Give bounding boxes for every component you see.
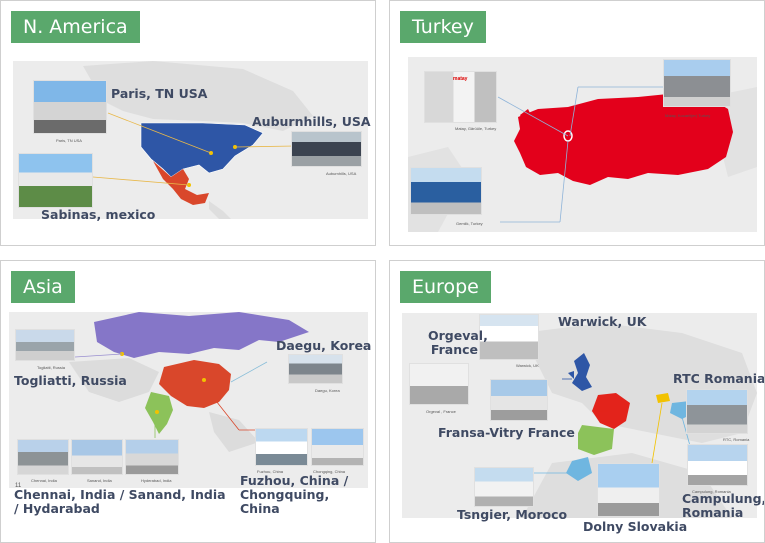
daegu-photo-caption: Daegu, Korea bbox=[315, 388, 340, 393]
togliatti-facility-photo bbox=[15, 329, 75, 361]
section-title-europe: Europe bbox=[400, 271, 491, 303]
paris-location-label: Paris, TN USA bbox=[111, 86, 208, 101]
sanand-facility-photo bbox=[71, 439, 123, 475]
auburn-photo-caption: Auburnhills, USA bbox=[326, 171, 357, 176]
togliatti-location-label: Togliatti, Russia bbox=[14, 373, 127, 388]
sanand-photo-caption: Sanand, India bbox=[87, 478, 112, 483]
tangier-facility-photo bbox=[474, 467, 534, 507]
campulung-location-label: Campulung, Romania bbox=[682, 491, 765, 520]
rtc-photo-caption: RTC, Romania bbox=[723, 437, 750, 442]
panel-europe: Europe Warwick, UK Orgeval , France RTC,… bbox=[389, 260, 765, 543]
dolny-location-label: Dolny Slovakia bbox=[583, 519, 688, 534]
section-title-turkey: Turkey bbox=[400, 11, 486, 43]
chennai-photo-caption: Chennai, India bbox=[31, 478, 57, 483]
togliatti-photo-caption: Togliatti, Russia bbox=[37, 365, 66, 370]
chongqing-facility-photo bbox=[311, 428, 364, 466]
campulung-facility-photo bbox=[687, 444, 748, 486]
sabinas-location-label: Sabinas, mexico bbox=[41, 207, 156, 222]
section-title-north-america: N. America bbox=[11, 11, 140, 43]
daegu-facility-photo bbox=[288, 354, 343, 384]
india-location-label: Chennai, India / Sanand, India / Hydarab… bbox=[14, 487, 226, 516]
warwick-photo-caption: Warwick, UK bbox=[516, 363, 539, 368]
sabinas-facility-photo bbox=[18, 153, 93, 208]
panel-asia: Asia Togliatti, Russia Daegu, Korea Chen… bbox=[0, 260, 376, 543]
tangier-location-label: Tsngier, Moroco bbox=[457, 507, 568, 522]
hyderabad-photo-caption: Hyderabad, India bbox=[141, 478, 172, 483]
paris-photo-caption: Paris, TN USA bbox=[56, 138, 82, 143]
orgeval-facility-photo bbox=[409, 363, 469, 405]
auburn-location-label: Auburnhills, USA bbox=[252, 114, 371, 129]
fransa-location-label: Fransa-Vitry France bbox=[438, 425, 575, 440]
turkey-facility-photo-2 bbox=[663, 59, 731, 107]
turkey-facility-photo-1: matay bbox=[424, 71, 497, 123]
turkey-facility-photo-3 bbox=[410, 167, 482, 215]
auburn-facility-photo bbox=[291, 131, 362, 167]
chennai-facility-photo bbox=[17, 439, 69, 475]
section-title-asia: Asia bbox=[11, 271, 75, 303]
matay-sign-text: matay bbox=[453, 76, 468, 82]
warwick-facility-photo bbox=[479, 314, 539, 360]
paris-facility-photo bbox=[33, 80, 107, 134]
warwick-location-label: Warwick, UK bbox=[558, 314, 647, 329]
turkey-photo-caption-1: Matay, Gärüüle, Turkey bbox=[455, 126, 497, 131]
fuzhou-facility-photo bbox=[255, 428, 308, 466]
turkey-photo-caption-3: Gemlik, Turkey bbox=[456, 221, 483, 226]
panel-turkey: Turkey matay Matay, Gärüüle, Turkey Mata… bbox=[389, 0, 765, 246]
daegu-location-label: Daegu, Korea bbox=[276, 338, 372, 353]
page-number: 11 bbox=[15, 483, 22, 489]
vitry-facility-photo bbox=[490, 379, 548, 421]
rtc-facility-photo bbox=[686, 389, 748, 434]
china-location-label: Fuzhou, China / Chongquing, China bbox=[240, 473, 349, 516]
dolny-facility-photo bbox=[597, 463, 660, 517]
hyderabad-facility-photo bbox=[125, 439, 179, 475]
rtc-location-label: RTC Romania bbox=[673, 371, 765, 386]
panel-north-america: N. America Paris, TN USA Auburnhills, US… bbox=[0, 0, 376, 246]
orgeval-location-label: Orgeval, France bbox=[428, 328, 488, 357]
turkey-photo-caption-2: Matay, Kocaeli(er) Turkey bbox=[665, 113, 711, 118]
orgeval-photo-caption: Orgeval , France bbox=[426, 409, 456, 414]
